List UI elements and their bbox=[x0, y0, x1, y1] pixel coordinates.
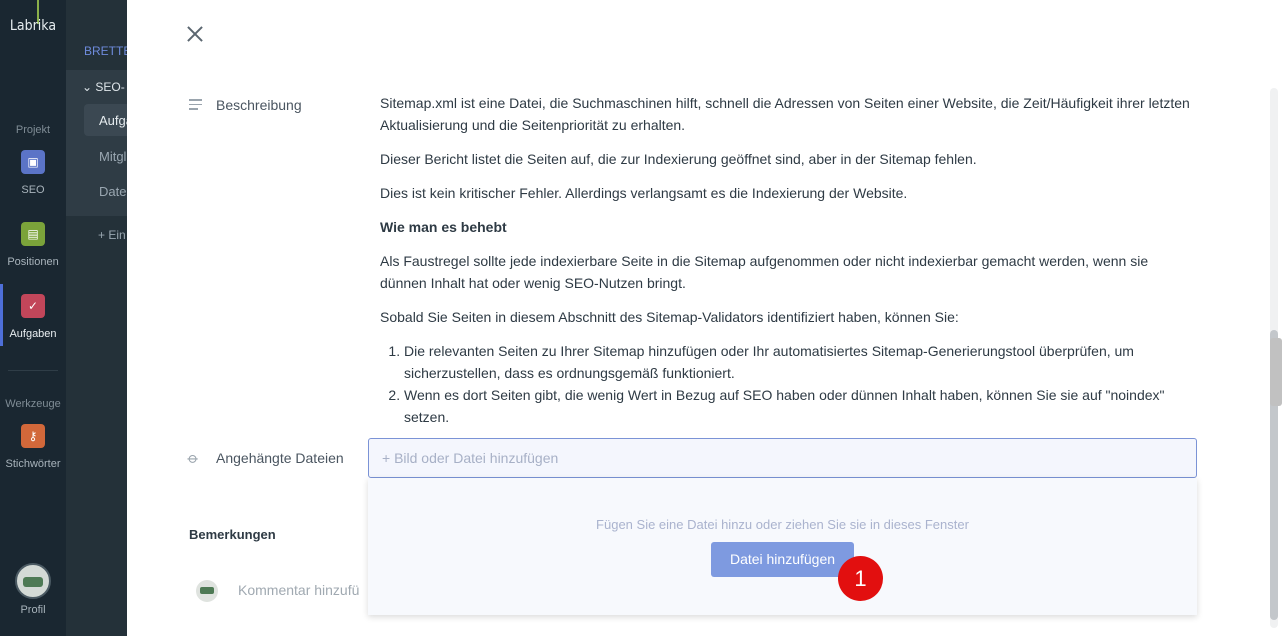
rail-item-positionen[interactable]: ▤ Positionen bbox=[0, 222, 66, 282]
board-item-dateien[interactable]: Date bbox=[84, 175, 127, 207]
avatar bbox=[196, 580, 218, 602]
app-rail: Labrika Projekt ▣ SEO ▤ Positionen ✓ Auf… bbox=[0, 0, 66, 636]
section-label-project: Projekt bbox=[15, 124, 51, 136]
rail-item-aufgaben[interactable]: ✓ Aufgaben bbox=[0, 284, 66, 354]
attachments-label: Angehängte Dateien bbox=[216, 450, 344, 466]
rail-item-stichwoerter[interactable]: ⚷ Stichwörter bbox=[0, 424, 66, 484]
app-logo[interactable]: Labrika bbox=[0, 18, 66, 34]
list-item: Wenn es dort Seiten gibt, die wenig Wert… bbox=[404, 384, 1190, 428]
description-paragraph: Sobald Sie Seiten in diesem Abschnitt de… bbox=[380, 309, 959, 325]
list-item: Die relevanten Seiten zu Ihrer Sitemap h… bbox=[404, 340, 1190, 384]
profile-label[interactable]: Profil bbox=[0, 604, 66, 616]
comment-input[interactable]: Kommentar hinzufü bbox=[238, 582, 368, 598]
paperclip-icon: ⌀ bbox=[183, 449, 203, 468]
page-scrollbar-thumb[interactable] bbox=[1270, 338, 1282, 406]
avatar[interactable] bbox=[15, 563, 51, 599]
add-file-button[interactable]: Datei hinzufügen bbox=[711, 542, 854, 577]
description-paragraph: Dieser Bericht listet die Seiten auf, di… bbox=[380, 151, 977, 167]
board-header: BRETTER bbox=[84, 44, 127, 58]
chevron-down-icon: ⌄ bbox=[82, 80, 96, 94]
board-item-aufgaben[interactable]: Aufga bbox=[84, 104, 127, 136]
divider bbox=[8, 370, 58, 371]
drop-hint: Fügen Sie eine Datei hinzu oder ziehen S… bbox=[596, 517, 969, 532]
file-drop-zone[interactable]: Fügen Sie eine Datei hinzu oder ziehen S… bbox=[368, 478, 1197, 615]
description-paragraph: Als Faustregel sollte jede indexierbare … bbox=[380, 253, 1149, 291]
description-heading: Wie man es behebt bbox=[380, 219, 507, 235]
description-paragraph: Dies ist kein kritischer Fehler. Allerdi… bbox=[380, 185, 908, 201]
chart-icon: ▤ bbox=[21, 222, 45, 246]
board-group-title[interactable]: ⌄ SEO- bbox=[82, 80, 125, 94]
clipboard-icon: ▣ bbox=[21, 150, 45, 174]
check-icon: ✓ bbox=[21, 294, 45, 318]
section-label-tools: Werkzeuge bbox=[5, 398, 61, 410]
rail-item-label: Stichwörter bbox=[5, 458, 61, 470]
description-label: Beschreibung bbox=[216, 97, 302, 113]
rail-item-seo[interactable]: ▣ SEO bbox=[0, 150, 66, 210]
rail-item-label: SEO bbox=[21, 184, 45, 196]
description-paragraph: Sitemap.xml ist eine Datei, die Suchmasc… bbox=[380, 95, 1190, 133]
step-marker: 1 bbox=[838, 556, 883, 601]
description-body[interactable]: Sitemap.xml ist eine Datei, die Suchmasc… bbox=[380, 92, 1190, 428]
board-sidebar: BRETTER ⌄ SEO- Aufga Mitgl Date + Ein bbox=[66, 0, 127, 636]
key-icon: ⚷ bbox=[21, 424, 45, 448]
description-list: Die relevanten Seiten zu Ihrer Sitemap h… bbox=[404, 340, 1190, 428]
remarks-title: Bemerkungen bbox=[189, 527, 276, 542]
attachment-input[interactable]: + Bild oder Datei hinzufügen bbox=[368, 438, 1197, 478]
board-item-mitglieder[interactable]: Mitgl bbox=[84, 140, 127, 172]
board-add-link[interactable]: + Ein bbox=[98, 228, 126, 242]
close-icon[interactable] bbox=[185, 24, 205, 44]
task-modal: Beschreibung Sitemap.xml ist eine Datei,… bbox=[127, 0, 1284, 636]
board-group-label: SEO- bbox=[95, 80, 125, 94]
rail-item-label: Aufgaben bbox=[9, 328, 57, 340]
rail-item-label: Positionen bbox=[7, 256, 59, 268]
description-icon bbox=[189, 99, 202, 113]
